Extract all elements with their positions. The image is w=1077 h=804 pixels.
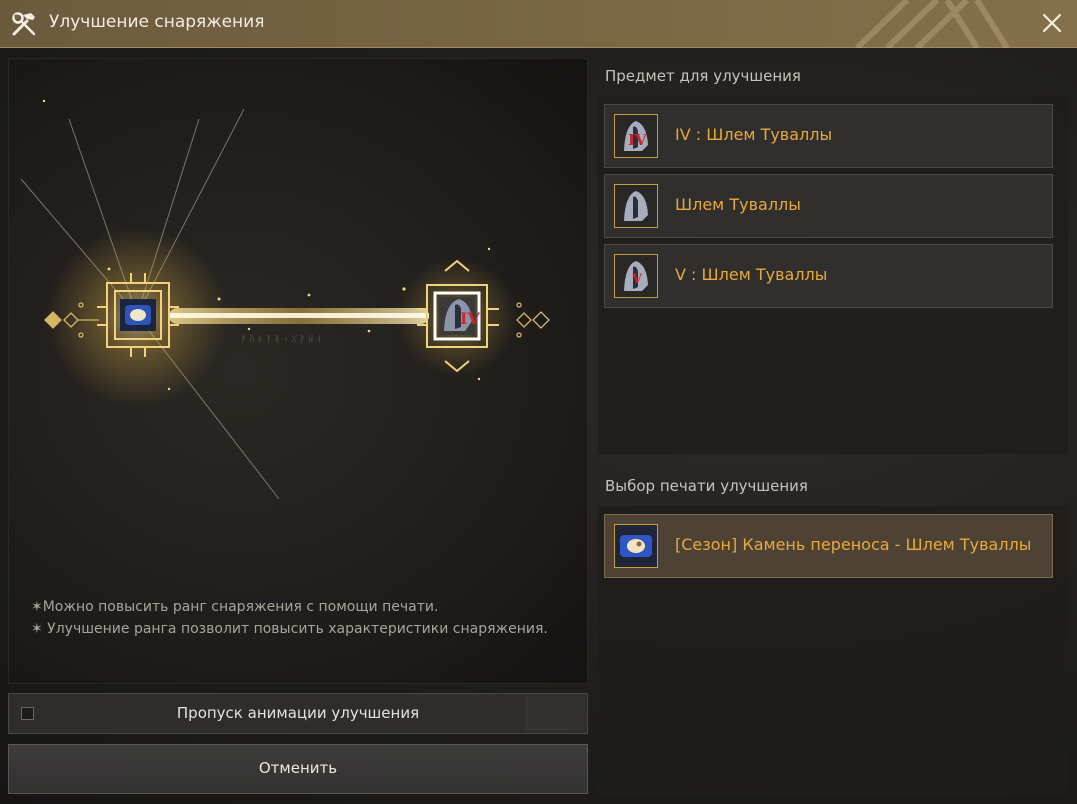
skip-row-panel	[525, 696, 585, 731]
helmet-icon: IV	[614, 114, 658, 158]
note-line: ✶ Улучшение ранга позволит повысить хара…	[31, 621, 548, 637]
close-icon[interactable]	[1039, 10, 1065, 36]
helmet-icon: V	[614, 254, 658, 298]
upgrade-animation-graphic: IV ᚠᚢᚦᚨᚱᚲᚷᚹᚺᚾ	[20, 99, 550, 500]
skip-animation-row[interactable]: Пропуск анимации улучшения	[8, 693, 588, 734]
seal-section-title: Выбор печати улучшения	[605, 477, 808, 495]
cancel-button-label: Отменить	[258, 759, 338, 777]
cancel-button[interactable]: Отменить	[8, 744, 588, 794]
transfer-stone-icon	[120, 299, 156, 331]
svg-text:ᚠᚢᚦᚨᚱᚲᚷᚹᚺᚾ: ᚠᚢᚦᚨᚱᚲᚷᚹᚺᚾ	[241, 334, 325, 345]
item-label: IV : Шлем Туваллы	[675, 125, 833, 144]
note-line: ✶Можно повысить ранг снаряжения с помощи…	[31, 599, 439, 615]
helmet-icon	[614, 184, 658, 228]
window-titlebar: Улучшение снаряжения	[0, 0, 1077, 48]
item-label: Шлем Туваллы	[675, 195, 801, 214]
seal-list-item[interactable]: [Сезон] Камень переноса - Шлем Туваллы	[604, 514, 1053, 578]
upgrade-animation-panel: IV ᚠᚢᚦᚨᚱᚲᚷᚹᚺᚾ ✶Можно повысить ранг снаря…	[8, 58, 588, 684]
list-item[interactable]: IV IV : Шлем Туваллы	[604, 104, 1053, 168]
hammer-wrench-icon	[12, 12, 36, 36]
rank-badge: IV	[628, 131, 647, 149]
titlebar-decoration	[854, 0, 1010, 48]
items-section-title: Предмет для улучшения	[605, 67, 801, 85]
transfer-stone-icon	[614, 524, 658, 568]
item-label: V : Шлем Туваллы	[675, 265, 828, 284]
skip-animation-label: Пропуск анимации улучшения	[176, 704, 420, 722]
rank-badge: V	[631, 272, 643, 287]
rank-badge: IV	[460, 309, 480, 328]
helmet-icon: IV	[439, 297, 480, 335]
seal-item-label: [Сезон] Камень переноса - Шлем Туваллы	[675, 535, 1032, 554]
list-item[interactable]: Шлем Туваллы	[604, 174, 1053, 238]
list-item[interactable]: V V : Шлем Туваллы	[604, 244, 1053, 308]
window-title: Улучшение снаряжения	[49, 12, 265, 32]
